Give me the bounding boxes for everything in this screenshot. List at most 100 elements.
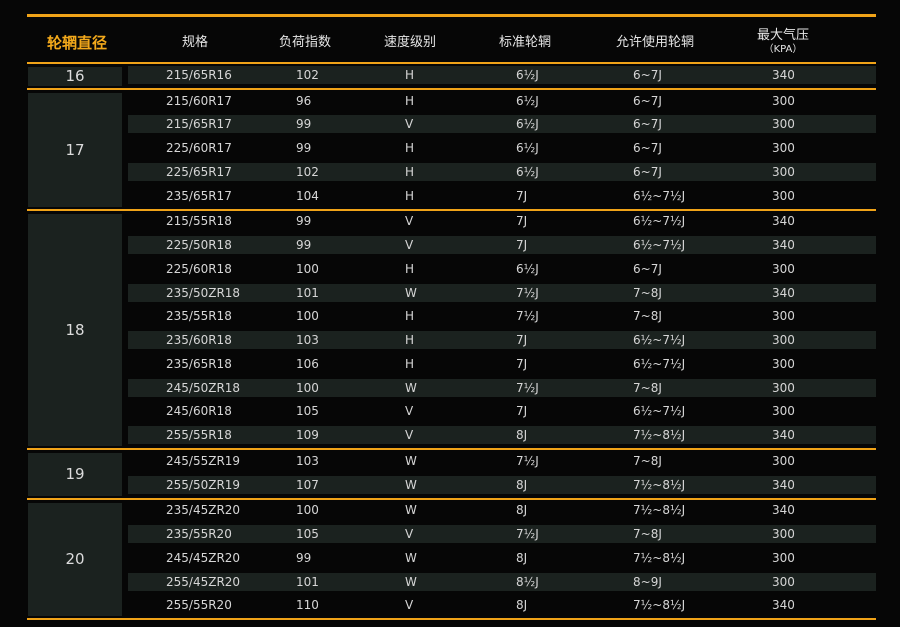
cell-allowed-rim: 6~7J bbox=[633, 93, 662, 108]
header-load-index: 负荷指数 bbox=[260, 26, 350, 60]
cell-speed-rating: W bbox=[405, 477, 417, 492]
cell-standard-rim: 7½J bbox=[516, 380, 539, 395]
header-rim-diameter: 轮辋直径 bbox=[32, 26, 122, 60]
cell-allowed-rim: 8~9J bbox=[633, 574, 662, 589]
cell-size: 255/45ZR20 bbox=[166, 574, 241, 589]
cell-size: 255/55R18 bbox=[166, 428, 232, 443]
cell-allowed-rim: 7~8J bbox=[633, 527, 662, 542]
cell-standard-rim: 8J bbox=[516, 550, 528, 565]
cell-size: 225/60R18 bbox=[166, 261, 232, 276]
cell-load-index: 102 bbox=[296, 67, 319, 82]
cell-speed-rating: H bbox=[405, 333, 415, 348]
cell-standard-rim: 6½J bbox=[516, 164, 539, 179]
table-row: 215/65R16 102 H 6½J 6~7J 340 bbox=[128, 65, 876, 84]
cell-standard-rim: 7J bbox=[516, 238, 528, 253]
cell-standard-rim: 6½J bbox=[516, 141, 539, 156]
table-row: 215/65R17 99 V 6½J 6~7J 300 bbox=[128, 115, 876, 134]
cell-allowed-rim: 6½~7½J bbox=[633, 188, 686, 203]
top-rule bbox=[27, 14, 876, 17]
cell-speed-rating: W bbox=[405, 380, 417, 395]
header-label: 标准轮辋 bbox=[498, 35, 551, 50]
tire-spec-table: 轮辋直径 规格 负荷指数 速度级别 标准轮辋 允许使用轮辋 最大气压 （KPA）… bbox=[0, 0, 900, 627]
table-row: 255/50ZR19 107 W 8J 7½~8½J 340 bbox=[128, 475, 876, 494]
table-row: 235/50ZR18 101 W 7½J 7~8J 340 bbox=[128, 283, 876, 302]
rim-diameter-cell: 19 bbox=[28, 453, 122, 496]
cell-load-index: 105 bbox=[296, 404, 319, 419]
cell-max-pressure: 340 bbox=[772, 598, 795, 613]
cell-allowed-rim: 7~8J bbox=[633, 453, 662, 468]
cell-allowed-rim: 7½~8½J bbox=[633, 550, 686, 565]
table-row: 215/60R17 96 H 6½J 6~7J 300 bbox=[128, 92, 876, 110]
cell-load-index: 100 bbox=[296, 380, 319, 395]
cell-speed-rating: V bbox=[405, 428, 414, 443]
cell-allowed-rim: 7½~8½J bbox=[633, 477, 686, 492]
header-label: 负荷指数 bbox=[278, 35, 331, 50]
cell-standard-rim: 7J bbox=[516, 214, 528, 229]
cell-speed-rating: H bbox=[405, 356, 415, 371]
table-row: 245/55ZR19 103 W 7½J 7~8J 300 bbox=[128, 452, 876, 470]
cell-allowed-rim: 7~8J bbox=[633, 380, 662, 395]
header-label: 允许使用轮辋 bbox=[615, 35, 694, 50]
cell-size: 245/60R18 bbox=[166, 404, 232, 419]
cell-size: 245/45ZR20 bbox=[166, 550, 241, 565]
rim-diameter-cell: 16 bbox=[28, 67, 122, 86]
header-label: 规格 bbox=[181, 35, 208, 50]
header-allowed-rim: 允许使用轮辋 bbox=[600, 26, 710, 60]
cell-max-pressure: 340 bbox=[772, 285, 795, 300]
cell-speed-rating: V bbox=[405, 214, 414, 229]
cell-size: 255/50ZR19 bbox=[166, 477, 241, 492]
cell-max-pressure: 300 bbox=[772, 333, 795, 348]
cell-max-pressure: 340 bbox=[772, 214, 795, 229]
cell-load-index: 102 bbox=[296, 164, 319, 179]
cell-max-pressure: 300 bbox=[772, 261, 795, 276]
cell-load-index: 104 bbox=[296, 188, 319, 203]
cell-size: 235/65R18 bbox=[166, 356, 232, 371]
cell-standard-rim: 8J bbox=[516, 503, 528, 518]
header-unit: （KPA） bbox=[763, 44, 803, 55]
cell-speed-rating: V bbox=[405, 598, 414, 613]
cell-standard-rim: 6½J bbox=[516, 261, 539, 276]
cell-max-pressure: 300 bbox=[772, 453, 795, 468]
cell-speed-rating: V bbox=[405, 527, 414, 542]
header-standard-rim: 标准轮辋 bbox=[475, 26, 575, 60]
cell-size: 215/60R17 bbox=[166, 93, 232, 108]
rim-diameter-cell: 17 bbox=[28, 92, 122, 207]
cell-speed-rating: H bbox=[405, 188, 415, 203]
cell-max-pressure: 340 bbox=[772, 503, 795, 518]
cell-speed-rating: V bbox=[405, 117, 414, 132]
cell-speed-rating: H bbox=[405, 93, 415, 108]
cell-allowed-rim: 6½~7½J bbox=[633, 238, 686, 253]
cell-load-index: 100 bbox=[296, 309, 319, 324]
cell-max-pressure: 340 bbox=[772, 428, 795, 443]
cell-speed-rating: W bbox=[405, 285, 417, 300]
cell-size: 235/50ZR18 bbox=[166, 285, 241, 300]
cell-allowed-rim: 6½~7½J bbox=[633, 214, 686, 229]
cell-speed-rating: V bbox=[405, 404, 414, 419]
table-row: 225/60R18 100 H 6½J 6~7J 300 bbox=[128, 260, 876, 278]
table-row: 235/60R18 103 H 7J 6½~7½J 300 bbox=[128, 331, 876, 350]
group-divider bbox=[27, 497, 876, 500]
cell-allowed-rim: 7~8J bbox=[633, 285, 662, 300]
cell-allowed-rim: 6½~7½J bbox=[633, 356, 686, 371]
cell-load-index: 103 bbox=[296, 453, 319, 468]
cell-standard-rim: 8J bbox=[516, 428, 528, 443]
cell-load-index: 105 bbox=[296, 527, 319, 542]
cell-speed-rating: H bbox=[405, 67, 415, 82]
cell-load-index: 99 bbox=[296, 550, 312, 565]
cell-standard-rim: 8J bbox=[516, 477, 528, 492]
cell-size: 245/55ZR19 bbox=[166, 453, 241, 468]
cell-load-index: 99 bbox=[296, 214, 312, 229]
cell-load-index: 109 bbox=[296, 428, 319, 443]
header-label: 速度级别 bbox=[383, 35, 436, 50]
header-label: 轮辋直径 bbox=[46, 34, 107, 52]
cell-speed-rating: H bbox=[405, 261, 415, 276]
cell-speed-rating: W bbox=[405, 503, 417, 518]
cell-allowed-rim: 6~7J bbox=[633, 117, 662, 132]
cell-speed-rating: W bbox=[405, 574, 417, 589]
cell-size: 215/65R17 bbox=[166, 117, 232, 132]
table-row: 235/55R18 100 H 7½J 7~8J 300 bbox=[128, 307, 876, 325]
cell-standard-rim: 7J bbox=[516, 404, 528, 419]
cell-allowed-rim: 7½~8½J bbox=[633, 598, 686, 613]
cell-load-index: 103 bbox=[296, 333, 319, 348]
table-row: 245/50ZR18 100 W 7½J 7~8J 300 bbox=[128, 378, 876, 397]
